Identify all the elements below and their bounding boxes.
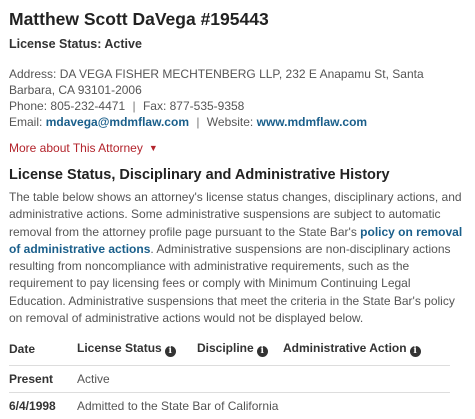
phone-label: Phone:	[9, 99, 48, 113]
info-icon[interactable]: i	[256, 346, 268, 358]
separator: |	[196, 115, 200, 129]
email-link[interactable]: mdavega@mdmflaw.com	[46, 115, 189, 129]
address-value: DA VEGA FISHER MECHTENBERG LLP, 232 E An…	[9, 67, 424, 97]
history-table: Date License Status i Discipline i Adminis…	[9, 341, 450, 419]
header-license-status-label: License Status	[77, 341, 162, 356]
email-website-line: Email: mdavega@mdmflaw.com | Website: ww…	[9, 114, 465, 130]
phone-value: 805-232-4471	[50, 99, 126, 113]
phone-fax-line: Phone: 805-232-4471 | Fax: 877-535-9358	[9, 98, 465, 114]
caret-down-icon: ▼	[148, 143, 158, 153]
header-date-label: Date	[9, 342, 36, 357]
row-date: 6/4/1998	[9, 392, 77, 419]
row-text: Active	[77, 365, 450, 393]
attorney-name-heading: Matthew Scott DaVega #195443	[9, 9, 269, 29]
header-discipline: Discipline i	[197, 341, 283, 366]
header-administrative-action: Administrative Action i	[283, 341, 450, 366]
more-about-label: More about This Attorney	[9, 141, 143, 155]
history-description: The table below shows an attorney's lice…	[9, 189, 465, 327]
header-date: Date	[9, 341, 77, 366]
license-status-line: License Status: Active	[9, 37, 142, 51]
separator: |	[132, 99, 136, 113]
website-link[interactable]: www.mdmflaw.com	[257, 115, 367, 129]
more-about-attorney-toggle[interactable]: More about This Attorney ▼	[9, 140, 465, 156]
header-discipline-label: Discipline	[197, 341, 254, 356]
header-administrative-action-label: Administrative Action	[283, 341, 407, 356]
row-text: Admitted to the State Bar of California	[77, 392, 450, 419]
address-line: Address: DA VEGA FISHER MECHTENBERG LLP,…	[9, 66, 465, 98]
table-header-row: Date License Status i Discipline i Adminis…	[9, 341, 450, 366]
table-row: Present Active	[9, 365, 450, 393]
email-label: Email:	[9, 115, 43, 129]
header-license-status: License Status i	[77, 341, 197, 366]
website-label: Website:	[206, 115, 254, 129]
table-row: 6/4/1998 Admitted to the State Bar of Ca…	[9, 392, 450, 419]
contact-info: Address: DA VEGA FISHER MECHTENBERG LLP,…	[9, 66, 465, 130]
attorney-profile: Matthew Scott DaVega #195443 License Sta…	[0, 0, 475, 419]
row-date: Present	[9, 365, 77, 393]
address-label: Address:	[9, 67, 57, 81]
info-icon[interactable]: i	[409, 346, 421, 358]
fax-label: Fax:	[142, 99, 167, 113]
info-icon[interactable]: i	[164, 346, 176, 358]
fax-value: 877-535-9358	[169, 99, 245, 113]
history-section-title: License Status, Disciplinary and Adminis…	[9, 167, 390, 183]
